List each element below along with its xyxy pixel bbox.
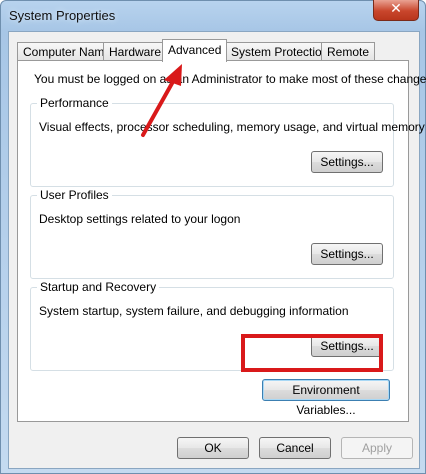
performance-description: Visual effects, processor scheduling, me… <box>39 120 425 134</box>
ok-button[interactable]: OK <box>177 437 249 459</box>
close-icon: ✕ <box>390 1 402 17</box>
startup-recovery-group-title: Startup and Recovery <box>37 280 160 294</box>
close-button[interactable]: ✕ <box>373 0 419 21</box>
title-bar[interactable]: System Properties ✕ <box>1 0 425 31</box>
user-profiles-group-title: User Profiles <box>37 188 112 202</box>
tab-system-protection[interactable]: System Protection <box>225 42 335 61</box>
user-profiles-group: User Profiles Desktop settings related t… <box>30 188 394 279</box>
system-properties-window: System Properties ✕ Computer Name Hardwa… <box>0 0 426 474</box>
tab-remote[interactable]: Remote <box>321 42 376 61</box>
environment-variables-button[interactable]: Environment Variables... <box>262 379 390 417</box>
window-title: System Properties <box>9 8 116 23</box>
performance-group: Performance Visual effects, processor sc… <box>30 96 425 187</box>
apply-button[interactable]: Apply <box>341 437 413 459</box>
tab-advanced[interactable]: Advanced <box>162 39 228 62</box>
startup-recovery-description: System startup, system failure, and debu… <box>39 304 349 318</box>
admin-note: You must be logged on as an Administrato… <box>34 72 426 86</box>
dialog-client-area: Computer Name Hardware Advanced System P… <box>8 31 426 469</box>
user-profiles-settings-button[interactable]: Settings... <box>311 243 383 265</box>
performance-settings-button[interactable]: Settings... <box>311 151 383 173</box>
tab-hardware[interactable]: Hardware <box>103 42 168 61</box>
performance-group-title: Performance <box>37 96 112 110</box>
user-profiles-description: Desktop settings related to your logon <box>39 212 241 226</box>
cancel-button[interactable]: Cancel <box>259 437 331 459</box>
highlight-box-annotation <box>241 334 383 372</box>
